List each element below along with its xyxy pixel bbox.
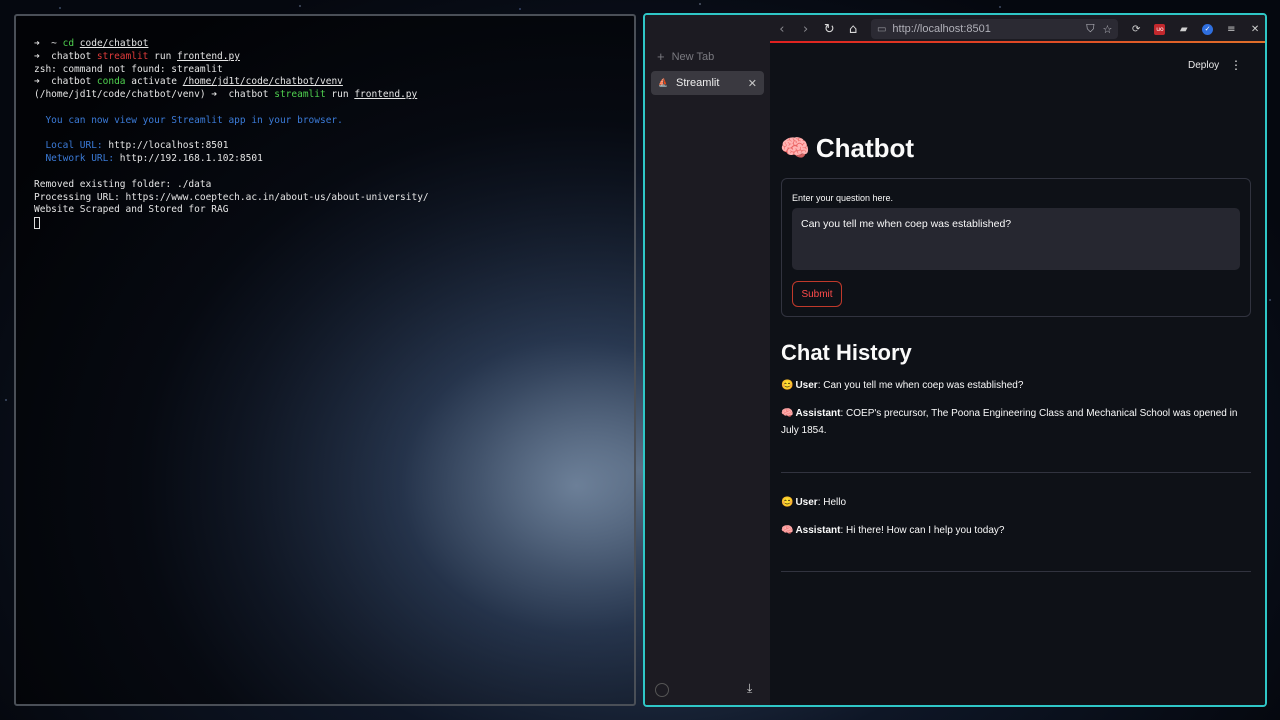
new-tab-label: New Tab — [671, 50, 715, 63]
brain-icon: 🧠 — [780, 135, 810, 162]
chat-history-heading: Chat History — [781, 340, 912, 365]
terminal-text: http://localhost:8501 — [108, 140, 229, 152]
vertical-tab-sidebar: + New Tab ⛵ Streamlit ✕ ⤓ — [645, 15, 770, 705]
terminal-line: ➜ ~ cd code/chatbot — [34, 38, 616, 51]
chat-user-message: 😊 User: Can you tell me when coep was est… — [781, 380, 1024, 391]
question-textarea[interactable]: Can you tell me when coep was establishe… — [792, 208, 1240, 270]
terminal-line: Processing URL: https://www.coeptech.ac.… — [34, 192, 616, 205]
bookmark-star-icon[interactable]: ☆ — [1102, 23, 1112, 36]
close-window-icon[interactable]: ✕ — [1245, 19, 1265, 39]
terminal-line: (/home/jd1t/code/chatbot/venv) ➜ chatbot… — [34, 89, 616, 102]
terminal-line: Local URL: http://localhost:8501 — [34, 140, 616, 153]
home-icon[interactable]: ⌂ — [841, 22, 865, 37]
terminal-prompt-line[interactable] — [34, 217, 616, 230]
terminal-text: (/home/jd1t/code/chatbot/venv) ➜ chatbot — [34, 89, 275, 101]
terminal-text: ➜ chatbot — [34, 76, 97, 88]
bitwarden-icon[interactable]: ✓ — [1198, 19, 1218, 39]
back-icon[interactable]: ‹ — [770, 22, 794, 37]
tab-streamlit[interactable]: ⛵ Streamlit ✕ — [651, 71, 764, 95]
downloads-icon[interactable]: ⤓ — [747, 681, 752, 696]
chat-assistant-message: 🧠 Assistant: COEP's precursor, The Poona … — [781, 408, 1238, 436]
terminal-text: code/chatbot — [79, 38, 149, 49]
extensions-icon[interactable]: ⟳ — [1126, 19, 1146, 39]
page-info-icon[interactable]: ▭ — [877, 24, 886, 35]
terminal-text: streamlit — [96, 50, 149, 62]
extension-folder-icon[interactable]: ▰ — [1174, 19, 1194, 39]
terminal-line: You can now view your Streamlit app in y… — [34, 115, 616, 128]
forward-icon[interactable]: › — [794, 22, 818, 37]
ublock-icon[interactable]: uo — [1150, 19, 1170, 39]
terminal-text: /home/jd1t/code/chatbot/venv — [182, 76, 343, 88]
terminal-text: ➜ chatbot — [34, 50, 97, 62]
new-tab-button[interactable]: + New Tab — [657, 49, 714, 64]
question-label: Enter your question here. — [792, 193, 894, 203]
terminal-text: Removed existing folder: ./data — [34, 178, 212, 190]
chat-divider — [781, 571, 1251, 572]
terminal-line: zsh: command not found: streamlit — [34, 64, 616, 77]
brain-icon: 🧠 — [781, 408, 794, 419]
plus-icon: + — [657, 49, 665, 64]
terminal-text: activate — [125, 76, 183, 88]
terminal-text: http://192.168.1.102:8501 — [119, 153, 263, 165]
user-icon: 😊 — [781, 380, 794, 391]
terminal-line: Removed existing folder: ./data — [34, 179, 616, 192]
sidebar-account-icon[interactable] — [655, 683, 669, 697]
page-title-text: Chatbot — [815, 133, 915, 163]
streamlit-app: Deploy ⋮ 🧠 Chatbot Enter your question h… — [770, 43, 1265, 705]
terminal-text: Network URL: — [34, 153, 120, 165]
page-title: 🧠 Chatbot — [780, 133, 914, 164]
terminal-text: cd — [62, 38, 75, 49]
reload-icon[interactable]: ↻ — [817, 22, 841, 37]
terminal-line: ➜ chatbot conda activate /home/jd1t/code… — [34, 76, 616, 89]
terminal-line: Network URL: http://192.168.1.102:8501 — [34, 153, 616, 166]
terminal-text: Processing URL: https://www.coeptech.ac.… — [34, 191, 429, 203]
terminal-output: ➜ ~ cd code/chatbot ➜ chatbot streamlit r… — [34, 38, 616, 217]
terminal-text: conda — [96, 76, 126, 88]
chat-assistant-message: 🧠 Assistant: Hi there! How can I help you… — [781, 525, 1005, 536]
tracking-protection-icon[interactable]: ⛉ — [1086, 23, 1094, 36]
terminal-text: run — [148, 50, 178, 62]
terminal-text: frontend.py — [177, 50, 240, 62]
terminal-window[interactable]: ➜ ~ cd code/chatbot ➜ chatbot streamlit r… — [14, 14, 636, 706]
chat-divider — [781, 472, 1251, 473]
terminal-text: run — [325, 89, 355, 101]
deploy-button[interactable]: Deploy — [1188, 60, 1219, 71]
terminal-text: ➜ ~ — [34, 38, 63, 49]
close-tab-icon[interactable]: ✕ — [748, 77, 757, 90]
chat-user-message: 😊 User: Hello — [781, 497, 847, 508]
terminal-line: ➜ chatbot streamlit run frontend.py — [34, 51, 616, 64]
browser-window[interactable]: + New Tab ⛵ Streamlit ✕ ⤓ ‹ › ↻ ⌂ ▭ http… — [643, 13, 1267, 707]
terminal-text: Local URL: — [34, 140, 109, 152]
brain-icon: 🧠 — [781, 525, 794, 536]
main-menu-icon[interactable]: ⋮ — [1230, 58, 1242, 72]
terminal-cursor — [34, 217, 40, 230]
user-icon: 😊 — [781, 497, 794, 508]
terminal-line: Website Scraped and Stored for RAG — [34, 204, 616, 217]
url-bar[interactable]: ▭ http://localhost:8501 ⛉ ☆ — [870, 19, 1119, 39]
streamlit-favicon-icon: ⛵ — [658, 78, 668, 87]
submit-button[interactable]: Submit — [792, 281, 842, 307]
terminal-text: Website Scraped and Stored for RAG — [34, 204, 229, 216]
question-form: Enter your question here. Can you tell m… — [781, 178, 1251, 317]
browser-toolbar: ‹ › ↻ ⌂ ▭ http://localhost:8501 ⛉ ☆ ⟳ uo… — [770, 15, 1265, 43]
terminal-text: frontend.py — [354, 89, 418, 101]
terminal-text: You can now view your Streamlit app in y… — [34, 114, 343, 126]
menu-icon[interactable]: ≡ — [1221, 19, 1241, 39]
url-text: http://localhost:8501 — [892, 23, 991, 35]
tab-label: Streamlit — [676, 77, 720, 89]
terminal-text: streamlit — [274, 89, 326, 101]
terminal-text: zsh: command not found: streamlit — [34, 63, 223, 75]
